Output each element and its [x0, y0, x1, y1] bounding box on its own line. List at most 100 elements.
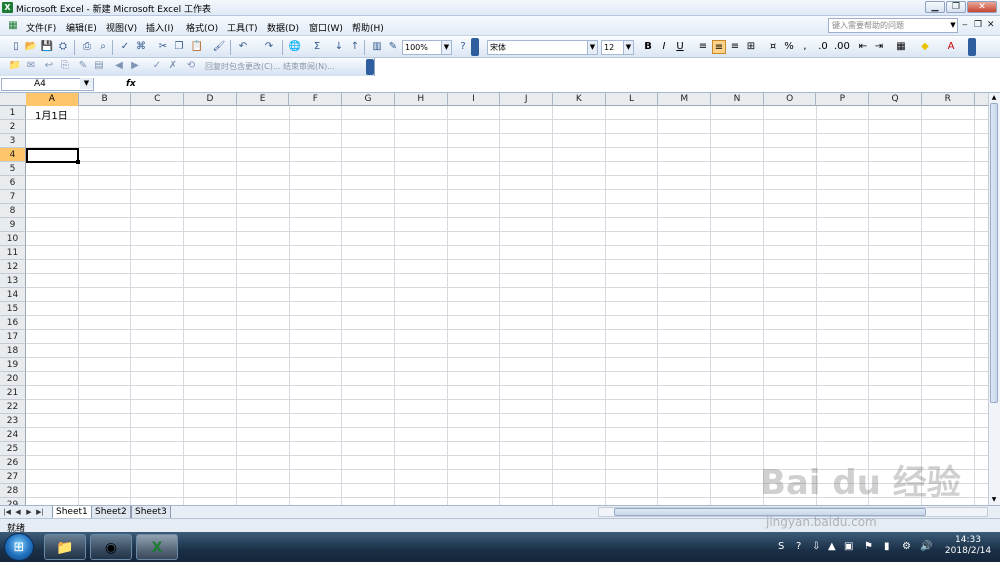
menu-item[interactable]: 文件(F) — [26, 21, 56, 34]
column-header-b[interactable]: B — [79, 93, 132, 106]
row-header-4[interactable]: 4 — [0, 148, 26, 162]
autosum-icon[interactable]: Σ — [310, 40, 324, 54]
column-header-r[interactable]: R — [922, 93, 975, 106]
undo-icon[interactable]: ↶ — [236, 40, 250, 54]
column-header-e[interactable]: E — [237, 93, 290, 106]
font-color-button[interactable]: A — [944, 40, 958, 54]
chart-icon[interactable]: ▥ — [370, 40, 384, 54]
start-button[interactable]: ⊞ — [4, 533, 34, 561]
menu-item[interactable]: 帮助(H) — [352, 21, 384, 34]
row-header-10[interactable]: 10 — [0, 232, 26, 246]
toolbar-options-icon[interactable] — [968, 38, 976, 56]
column-header-i[interactable]: I — [448, 93, 501, 106]
next-change-icon[interactable]: ▶ — [128, 59, 142, 73]
column-header-q[interactable]: Q — [869, 93, 922, 106]
increase-decimal-button[interactable]: .0 — [816, 40, 830, 54]
help-icon[interactable]: ? — [456, 40, 470, 54]
drawing-icon[interactable]: ✎ — [386, 40, 400, 54]
workbook-restore-button[interactable]: ❐ — [974, 20, 982, 30]
column-header-m[interactable]: M — [658, 93, 712, 106]
row-header-20[interactable]: 20 — [0, 372, 26, 386]
format-painter-icon[interactable]: 🖌 — [212, 40, 226, 54]
column-header-n[interactable]: N — [711, 93, 764, 106]
open-icon[interactable]: 📂 — [24, 40, 38, 54]
spelling-icon[interactable]: ✓ — [118, 40, 132, 54]
comma-button[interactable]: , — [798, 40, 812, 54]
currency-button[interactable]: ¤ — [766, 40, 780, 54]
scroll-down-icon[interactable]: ▼ — [990, 496, 998, 504]
bold-button[interactable]: B — [641, 40, 655, 54]
copy-icon[interactable]: ❐ — [172, 40, 186, 54]
row-header-13[interactable]: 13 — [0, 274, 26, 288]
sort-asc-icon[interactable]: ↓ — [332, 40, 346, 54]
column-header-j[interactable]: J — [500, 93, 553, 106]
save-icon[interactable]: 💾 — [40, 40, 54, 54]
row-header-22[interactable]: 22 — [0, 400, 26, 414]
row-header-19[interactable]: 19 — [0, 358, 26, 372]
row-header-26[interactable]: 26 — [0, 456, 26, 470]
taskbar-clock[interactable]: 14:33 2018/2/14 — [940, 535, 996, 557]
column-header-p[interactable]: P — [817, 93, 870, 106]
row-header-28[interactable]: 28 — [0, 484, 26, 498]
column-header-c[interactable]: C — [131, 93, 185, 106]
column-header-g[interactable]: G — [342, 93, 395, 106]
menu-item[interactable]: 格式(O) — [186, 21, 218, 34]
align-right-button[interactable]: ≡ — [728, 40, 742, 54]
row-header-2[interactable]: 2 — [0, 120, 26, 134]
font-size-combo[interactable]: 12 ▼ — [601, 40, 634, 55]
track-icon[interactable]: ⟲ — [184, 59, 198, 73]
zoom-combo[interactable]: 100% ▼ — [402, 40, 452, 55]
comment-icon[interactable]: ✎ — [76, 59, 90, 73]
menu-item[interactable]: 窗口(W) — [309, 21, 343, 34]
new-icon[interactable]: ▯ — [9, 40, 23, 54]
print-preview-icon[interactable]: ⌕ — [96, 40, 110, 54]
menu-item[interactable]: 插入(I) — [146, 21, 174, 34]
menu-item[interactable]: 数据(D) — [267, 21, 299, 34]
active-cell-a4[interactable] — [26, 148, 79, 163]
fill-color-button[interactable]: ◆ — [918, 40, 932, 54]
vertical-scroll-thumb[interactable] — [990, 103, 998, 403]
reply-icon[interactable]: ↩ — [42, 59, 56, 73]
taskbar-browser-icon[interactable]: ◉ — [90, 534, 132, 560]
workbook-icon[interactable]: ▦ — [6, 19, 20, 33]
scroll-up-icon[interactable]: ▲ — [990, 94, 998, 102]
row-header-15[interactable]: 15 — [0, 302, 26, 316]
row-header-8[interactable]: 8 — [0, 204, 26, 218]
tray-settings-icon[interactable]: ⚙ — [902, 541, 911, 552]
workbook-close-button[interactable]: ✕ — [987, 20, 995, 30]
row-header-29[interactable]: 29 — [0, 498, 26, 505]
row-header-5[interactable]: 5 — [0, 162, 26, 176]
minimize-button[interactable]: ▁ — [925, 1, 945, 13]
tray-network-icon[interactable]: ▮ — [884, 541, 890, 552]
tray-icon[interactable]: ⇩ — [812, 541, 820, 552]
menu-item[interactable]: 编辑(E) — [66, 21, 97, 34]
row-header-17[interactable]: 17 — [0, 330, 26, 344]
paste-icon[interactable]: 📋 — [190, 40, 204, 54]
menu-item[interactable]: 视图(V) — [106, 21, 137, 34]
row-header-9[interactable]: 9 — [0, 218, 26, 232]
redo-icon[interactable]: ↷ — [262, 40, 276, 54]
tray-expand-icon[interactable]: ▲ — [828, 541, 836, 552]
row-header-1[interactable]: 1 — [0, 106, 26, 120]
row-header-14[interactable]: 14 — [0, 288, 26, 302]
toolbar-options-icon[interactable] — [366, 59, 374, 75]
decrease-decimal-button[interactable]: .00 — [834, 40, 850, 54]
reject-icon[interactable]: ✗ — [166, 59, 180, 73]
decrease-indent-button[interactable]: ⇤ — [856, 40, 870, 54]
accept-icon[interactable]: ✓ — [150, 59, 164, 73]
font-name-combo[interactable]: 宋体 ▼ — [487, 40, 598, 55]
italic-button[interactable]: I — [657, 40, 671, 54]
maximize-button[interactable]: ❐ — [946, 1, 966, 13]
column-header-a[interactable]: A — [26, 93, 79, 106]
mail-icon[interactable]: ✉ — [24, 59, 38, 73]
tray-flag-icon[interactable]: ⚑ — [864, 541, 873, 552]
formula-input[interactable] — [140, 78, 998, 91]
row-header-27[interactable]: 27 — [0, 470, 26, 484]
hyperlink-icon[interactable]: 🌐 — [288, 40, 302, 54]
cell-a1[interactable]: 1月1日 — [35, 107, 68, 122]
column-header-h[interactable]: H — [395, 93, 448, 106]
close-button[interactable]: ✕ — [967, 1, 997, 13]
row-header-18[interactable]: 18 — [0, 344, 26, 358]
last-sheet-icon[interactable]: ▶| — [35, 507, 45, 518]
row-header-12[interactable]: 12 — [0, 260, 26, 274]
